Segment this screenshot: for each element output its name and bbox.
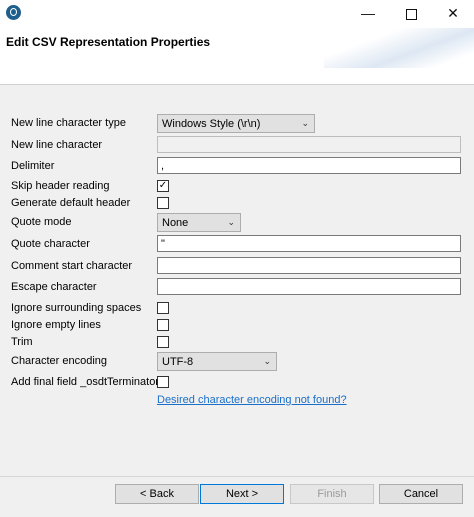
generate-header-label: Generate default header	[11, 197, 131, 209]
dialog-window: — ✕ Edit CSV Representation Properties N…	[0, 0, 474, 517]
quote-mode-value: None	[162, 217, 189, 229]
new-line-char-input	[157, 136, 461, 153]
app-icon	[6, 5, 21, 20]
chevron-down-icon: ⌄	[263, 356, 271, 366]
cancel-button[interactable]: Cancel	[379, 484, 463, 504]
chevron-down-icon: ⌄	[227, 217, 235, 227]
quote-char-label: Quote character	[11, 238, 90, 250]
dialog-title: Edit CSV Representation Properties	[6, 35, 211, 49]
skip-header-label: Skip header reading	[11, 180, 110, 192]
ignore-spaces-checkbox[interactable]	[157, 302, 169, 314]
header-banner-graphic	[324, 28, 474, 68]
escape-char-input[interactable]	[157, 278, 461, 295]
row-new-line-type: New line character type Windows Style (\…	[0, 114, 474, 134]
chevron-down-icon: ⌄	[301, 118, 309, 128]
encoding-label: Character encoding	[11, 355, 108, 367]
skip-header-checkbox[interactable]: ✓	[157, 180, 169, 192]
encoding-value: UTF-8	[162, 356, 194, 368]
row-trim: Trim	[0, 333, 474, 353]
row-delimiter: Delimiter ,	[0, 157, 474, 177]
new-line-type-select[interactable]: Windows Style (\r\n) ⌄	[157, 114, 315, 133]
delimiter-label: Delimiter	[11, 160, 55, 172]
ignore-empty-checkbox[interactable]	[157, 319, 169, 331]
row-escape-char: Escape character	[0, 278, 474, 298]
row-encoding-link: Desired character encoding not found?	[0, 391, 474, 411]
comment-start-label: Comment start character	[11, 260, 133, 272]
encoding-not-found-link[interactable]: Desired character encoding not found?	[157, 394, 347, 406]
trim-checkbox[interactable]	[157, 336, 169, 348]
maximize-icon	[405, 8, 417, 20]
escape-char-label: Escape character	[11, 281, 97, 293]
final-field-checkbox[interactable]	[157, 376, 169, 388]
trim-label: Trim	[11, 336, 33, 348]
quote-char-input[interactable]: "	[157, 235, 461, 252]
new-line-char-label: New line character	[11, 139, 103, 151]
new-line-type-label: New line character type	[11, 117, 126, 129]
row-quote-char: Quote character "	[0, 235, 474, 255]
csv-properties-form: New line character type Windows Style (\…	[0, 86, 474, 476]
row-final-field: Add final field _osdtTerminator	[0, 373, 474, 393]
next-button[interactable]: Next >	[200, 484, 284, 504]
back-button[interactable]: < Back	[115, 484, 199, 504]
delimiter-input[interactable]: ,	[157, 157, 461, 174]
row-encoding: Character encoding UTF-8 ⌄	[0, 352, 474, 372]
row-quote-mode: Quote mode None ⌄	[0, 213, 474, 233]
checkmark-icon: ✓	[158, 180, 168, 191]
minimize-button[interactable]: —	[348, 2, 388, 24]
maximize-button[interactable]	[391, 2, 431, 24]
button-bar-separator	[0, 476, 474, 477]
row-generate-header: Generate default header	[0, 194, 474, 214]
final-field-label: Add final field _osdtTerminator	[11, 376, 159, 388]
quote-mode-select[interactable]: None ⌄	[157, 213, 241, 232]
row-comment-start: Comment start character	[0, 257, 474, 277]
close-button[interactable]: ✕	[433, 2, 473, 24]
row-new-line-char: New line character	[0, 136, 474, 156]
dialog-header: Edit CSV Representation Properties	[0, 28, 474, 85]
ignore-spaces-label: Ignore surrounding spaces	[11, 302, 142, 314]
encoding-select[interactable]: UTF-8 ⌄	[157, 352, 277, 371]
quote-mode-label: Quote mode	[11, 216, 72, 228]
new-line-type-value: Windows Style (\r\n)	[162, 118, 261, 130]
ignore-empty-label: Ignore empty lines	[11, 319, 101, 331]
finish-button: Finish	[290, 484, 374, 504]
generate-header-checkbox[interactable]	[157, 197, 169, 209]
title-bar: — ✕	[0, 0, 474, 28]
comment-start-input[interactable]	[157, 257, 461, 274]
